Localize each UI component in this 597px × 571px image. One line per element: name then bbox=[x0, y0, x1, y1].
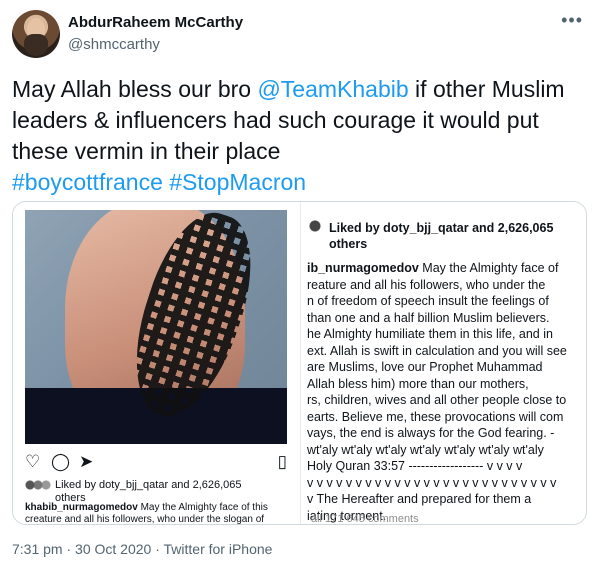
bookmark-icon: ▯ bbox=[277, 452, 287, 471]
post-photo bbox=[25, 210, 287, 444]
hashtag-stopmacron[interactable]: #StopMacron bbox=[169, 169, 306, 195]
mention-link[interactable]: @TeamKhabib bbox=[257, 76, 408, 102]
left-caption: khabib_nurmagomedov May the Almighty fac… bbox=[25, 502, 287, 524]
right-likes-text: Liked by doty_bjj_qatar and 2,626,065 bbox=[329, 221, 554, 235]
right-caption: ib_nurmagomedov May the Almighty face of… bbox=[307, 260, 586, 524]
caption-line: May the Almighty face of bbox=[418, 261, 559, 275]
right-caption-user: ib_nurmagomedov bbox=[307, 261, 419, 275]
liker-avatar bbox=[309, 220, 325, 232]
share-icon: ➤ bbox=[79, 452, 94, 471]
tweet-media[interactable]: ♡ ◯ ➤ ▯ Liked by doty_bjj_qatar and 2,62… bbox=[12, 201, 587, 525]
heart-icon: ♡ bbox=[25, 452, 41, 471]
avatar[interactable] bbox=[12, 10, 60, 58]
caption-line: Holy Quran 33:57 ------------------ v v … bbox=[307, 459, 523, 473]
post-actions: ♡ ◯ ➤ ▯ bbox=[25, 452, 287, 474]
right-likes-text2: others bbox=[329, 237, 368, 251]
caption-line: v v v v v v v v v v v v v v v v v v v v … bbox=[307, 475, 557, 490]
caption-line: Allah bless him) more than our mothers, bbox=[307, 376, 529, 391]
caption-line: wt'aly wt'aly wt'aly wt'aly wt'aly wt'al… bbox=[307, 442, 544, 457]
caption-line: vays, the end is always for the God fear… bbox=[307, 426, 555, 440]
caption-line: n of freedom of speech insult the feelin… bbox=[307, 294, 549, 308]
instagram-post-right: Liked by doty_bjj_qatar and 2,626,065 ot… bbox=[300, 202, 586, 524]
right-likes: Liked by doty_bjj_qatar and 2,626,065 ot… bbox=[309, 220, 579, 252]
hashtag-boycottfrance[interactable]: #boycottfrance bbox=[12, 169, 163, 195]
caption-line: reature and all his followers, who under… bbox=[307, 277, 546, 292]
caption-line: are Muslims, love our Prophet Muhammad bbox=[307, 360, 543, 374]
left-likes-text: Liked by doty_bjj_qatar and 2,626,065 bbox=[55, 479, 242, 491]
caption-line: than one and a half billion Muslim belie… bbox=[307, 310, 550, 325]
caption-line: he Almighty humiliate them in this life,… bbox=[307, 327, 553, 341]
caption-line: ext. Allah is swift in calculation and y… bbox=[307, 343, 567, 358]
instagram-post-left: ♡ ◯ ➤ ▯ Liked by doty_bjj_qatar and 2,62… bbox=[13, 202, 299, 524]
tweet-timestamp[interactable]: 7:31 pm · 30 Oct 2020 · bbox=[12, 541, 164, 557]
caption-line: v The Hereafter and prepared for them a bbox=[307, 492, 532, 506]
more-options-icon[interactable]: ••• bbox=[561, 10, 583, 31]
tweet-text: May Allah bless our bro @TeamKhabib if o… bbox=[12, 74, 582, 198]
avatar-beard bbox=[24, 34, 48, 56]
author-handle[interactable]: @shmccarthy bbox=[68, 36, 160, 53]
caption-line: earts. Believe me, these provocations wi… bbox=[307, 409, 564, 424]
comment-icon: ◯ bbox=[51, 452, 71, 471]
tweet-source[interactable]: Twitter for iPhone bbox=[164, 541, 273, 557]
author-name[interactable]: AbdurRaheem McCarthy bbox=[68, 14, 243, 31]
liker-avatars bbox=[25, 479, 51, 491]
tweet-text-before: May Allah bless our bro bbox=[12, 76, 258, 102]
view-comments-link[interactable]: all 171 645 comments bbox=[311, 513, 419, 524]
caption-line: rs, children, wives and all other people… bbox=[307, 393, 567, 407]
tweet-meta: 7:31 pm · 30 Oct 2020 · Twitter for iPho… bbox=[12, 541, 272, 557]
left-caption-user: khabib_nurmagomedov bbox=[25, 502, 138, 513]
